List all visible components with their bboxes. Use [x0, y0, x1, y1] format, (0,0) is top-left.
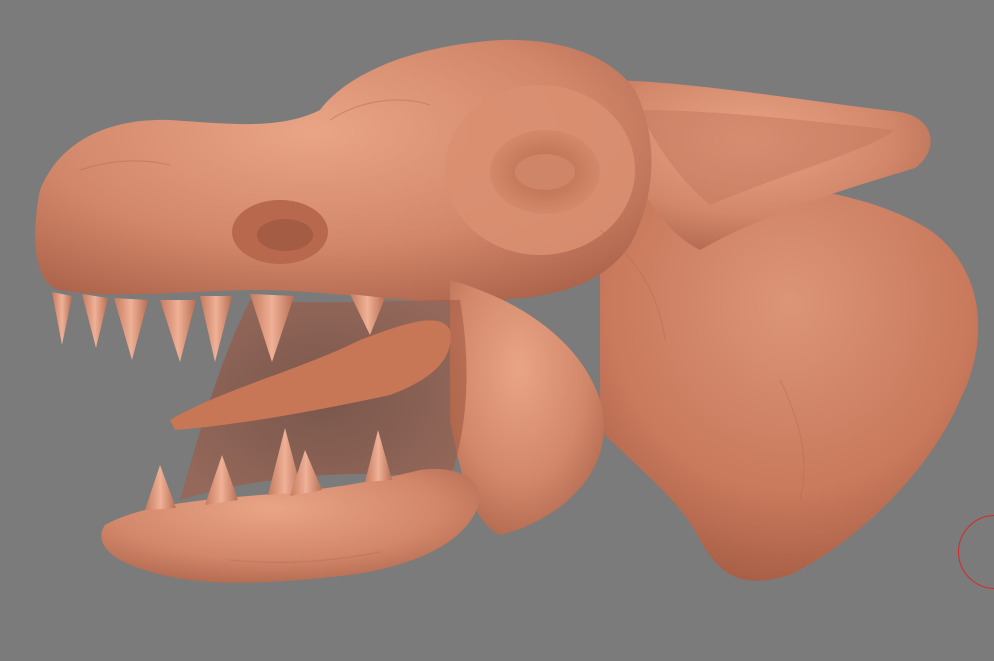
eye-lid	[515, 154, 575, 190]
nostril-inner	[257, 219, 313, 251]
neck-mass	[600, 183, 979, 581]
creature-head-model[interactable]	[0, 0, 994, 661]
sculpt-viewport[interactable]	[0, 0, 994, 661]
